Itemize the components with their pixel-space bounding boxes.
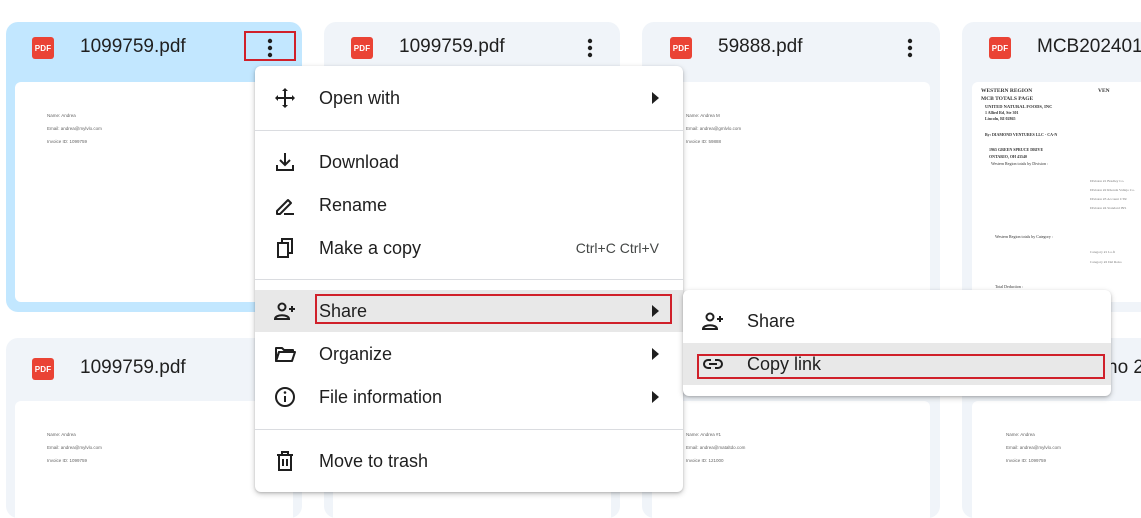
menu-item-download[interactable]: Download	[255, 141, 683, 183]
doc-text: By: DIAMOND VENTURES LLC - CA-N	[985, 132, 1058, 137]
thumb-text: Email: andrea@mataltdo.com	[686, 445, 746, 450]
menu-item-rename[interactable]: Rename	[255, 184, 683, 226]
file-name: MCB202401	[1037, 36, 1141, 57]
menu-item-label: Move to trash	[319, 450, 429, 471]
menu-divider	[255, 429, 683, 430]
person-add-icon	[273, 302, 295, 320]
doc-text: Western Region totals by Category :	[995, 234, 1053, 239]
highlight-box	[244, 31, 296, 61]
doc-text: Division #4 Standard INS	[1090, 206, 1127, 210]
thumb-text: Name: Andrea	[47, 113, 76, 118]
doc-text: UNITED NATURAL FOODS, INC	[985, 104, 1053, 109]
pdf-icon: PDF	[351, 37, 373, 59]
menu-item-label: Organize	[319, 343, 393, 364]
thumb-text: Name: Andrea	[47, 432, 76, 437]
file-thumbnail[interactable]: Name: Andrea Email: andrea@mylvlo.com In…	[15, 401, 293, 518]
menu-item-label: Open with	[319, 87, 401, 108]
doc-text: 1965 GREEN SPRUCE DRIVE	[989, 147, 1044, 152]
file-thumbnail[interactable]: Name: Andrea Email: andrea@mylvlo.com In…	[972, 401, 1141, 518]
thumb-text: Invoice ID: 59888	[686, 139, 722, 144]
thumb-text: Email: andrea@mylvlo.com	[47, 445, 102, 450]
doc-text: VEN	[1098, 88, 1110, 94]
doc-text: Division #1 Bradley Co.	[1090, 179, 1125, 183]
doc-text: MCB TOTALS PAGE	[981, 96, 1034, 102]
thumb-text: Name: Andrea	[1006, 432, 1035, 437]
more-options-icon[interactable]	[574, 33, 606, 63]
file-card-3[interactable]: PDF 59888.pdf Name: Andrea M Email: andr…	[642, 22, 940, 312]
chevron-right-icon	[652, 348, 659, 360]
highlight-box	[315, 294, 672, 324]
file-name: 59888.pdf	[718, 36, 803, 57]
doc-text: Total Deduction :	[995, 284, 1023, 289]
menu-item-label: Make a copy	[319, 237, 422, 258]
menu-item-label: Rename	[319, 194, 388, 215]
copy-icon	[277, 238, 293, 258]
menu-item-organize[interactable]: Organize	[255, 333, 683, 375]
menu-item-open-with[interactable]: Open with	[255, 77, 683, 119]
menu-item-make-a-copy[interactable]: Make a copy Ctrl+C Ctrl+V	[255, 227, 683, 269]
doc-text: Category #1 Lo.fi	[1090, 250, 1115, 254]
file-thumbnail[interactable]: Name: Andrea #1 Email: andrea@mataltdo.c…	[652, 401, 930, 518]
rename-icon	[276, 199, 294, 215]
thumb-text: Invoice ID: 1099759	[47, 458, 88, 463]
pdf-icon: PDF	[32, 358, 54, 380]
person-add-icon	[701, 312, 723, 330]
file-thumbnail[interactable]: Name: Andrea Email: andrea@mylvlo.com In…	[15, 82, 293, 302]
pdf-icon: PDF	[670, 37, 692, 59]
file-thumbnail[interactable]: Name: Andrea M Email: andrea@gmlvlo.com …	[652, 82, 930, 302]
share-submenu: Share Copy link	[683, 290, 1111, 396]
submenu-item-share[interactable]: Share	[683, 300, 1111, 342]
doc-text: WESTERN REGION	[981, 88, 1033, 94]
file-name: 1099759.pdf	[399, 36, 505, 57]
file-name: 1099759.pdf	[80, 357, 186, 378]
doc-text: Category #2 Del Roko	[1090, 260, 1122, 264]
thumb-text: Name: Andrea #1	[686, 432, 722, 437]
download-icon	[276, 153, 294, 171]
trash-icon	[277, 451, 293, 471]
thumb-text: Invoice ID: 121000	[686, 458, 724, 463]
pdf-icon: PDF	[32, 37, 54, 59]
menu-divider	[255, 130, 683, 131]
file-name: no 2	[1107, 357, 1141, 378]
thumb-text: Email: andrea@gmlvlo.com	[686, 126, 742, 131]
menu-item-move-to-trash[interactable]: Move to trash	[255, 440, 683, 482]
highlight-box	[697, 354, 1105, 379]
thumb-text: Email: andrea@mylvlo.com	[1006, 445, 1061, 450]
doc-text: Western Region totals by Division :	[991, 161, 1049, 166]
doc-text: Lincoln, RI 02865	[985, 116, 1016, 121]
open-with-icon	[275, 88, 295, 108]
thumb-text: Email: andrea@mylvlo.com	[47, 126, 102, 131]
keyboard-shortcut: Ctrl+C Ctrl+V	[575, 240, 659, 256]
doc-text: Division #2 Rhonda Vallejo Co.	[1090, 188, 1135, 192]
pdf-icon: PDF	[989, 37, 1011, 59]
doc-text: 1 Allied Rd, Ste 301	[985, 110, 1019, 115]
file-name: 1099759.pdf	[80, 36, 186, 57]
chevron-right-icon	[652, 391, 659, 403]
menu-item-label: Share	[747, 310, 796, 331]
menu-item-file-information[interactable]: File information	[255, 376, 683, 418]
doc-text: ONTARIO, OH 43540	[989, 154, 1028, 159]
thumb-text: Invoice ID: 1099759	[1006, 458, 1047, 463]
menu-divider	[255, 279, 683, 280]
file-thumbnail[interactable]: WESTERN REGION VEN MCB TOTALS PAGE UNITE…	[972, 82, 1141, 302]
menu-item-label: Download	[319, 151, 400, 172]
thumb-text: Invoice ID: 1099759	[47, 139, 88, 144]
more-options-icon[interactable]	[894, 33, 926, 63]
info-icon	[275, 387, 295, 407]
context-menu: Open with Download Rename Make a copy Ct…	[255, 66, 683, 492]
thumb-text: Name: Andrea M	[686, 113, 720, 118]
file-card-4[interactable]: PDF MCB202401 WESTERN REGION VEN MCB TOT…	[962, 22, 1141, 312]
chevron-right-icon	[652, 92, 659, 104]
doc-text: Division #3 Account CTR	[1090, 197, 1127, 201]
menu-item-label: File information	[319, 386, 443, 407]
folder-open-icon	[275, 347, 296, 362]
